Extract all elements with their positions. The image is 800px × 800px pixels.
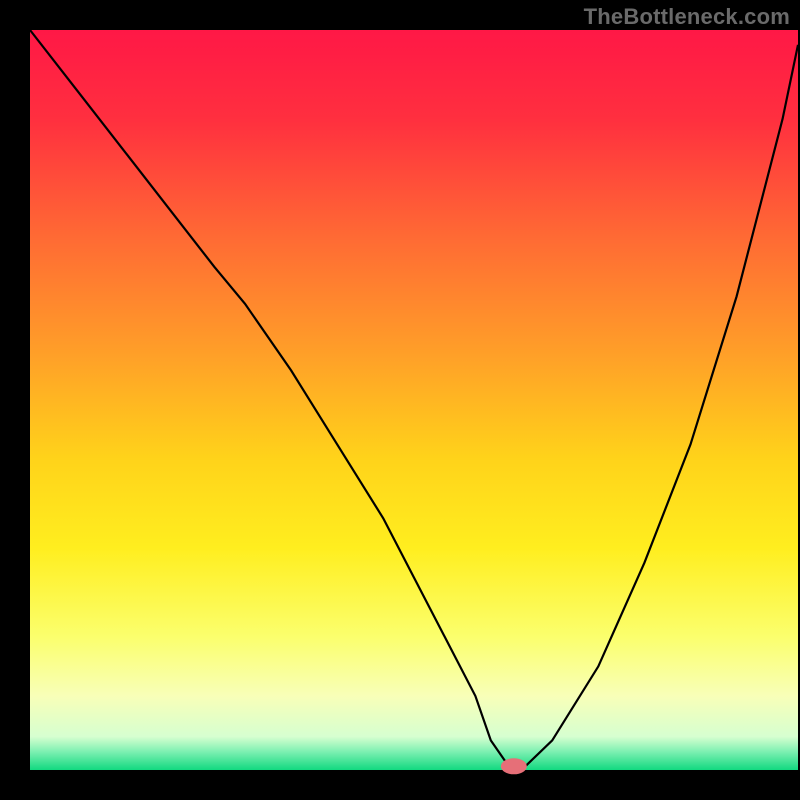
- bottleneck-chart: [0, 0, 800, 800]
- chart-frame: TheBottleneck.com: [0, 0, 800, 800]
- optimal-marker: [501, 758, 527, 774]
- plot-background: [30, 30, 798, 770]
- attribution-text: TheBottleneck.com: [584, 4, 790, 30]
